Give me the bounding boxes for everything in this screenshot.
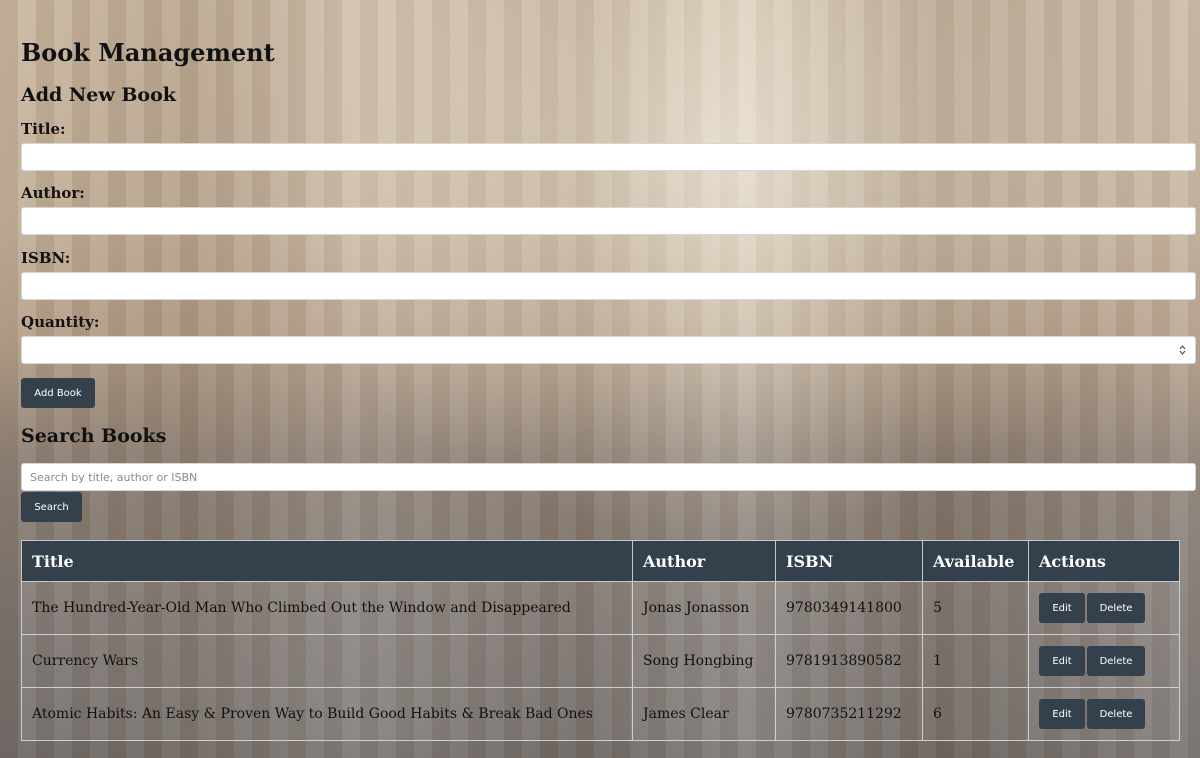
table-row: Atomic Habits: An Easy & Proven Way to B… bbox=[21, 687, 1180, 741]
books-table-header: Title Author ISBN Available Actions bbox=[21, 540, 1180, 582]
delete-button[interactable]: Delete bbox=[1087, 646, 1145, 676]
author-label: Author: bbox=[21, 184, 85, 202]
author-input[interactable] bbox=[21, 207, 1196, 235]
search-input[interactable] bbox=[21, 463, 1196, 491]
book-author-cell: Jonas Jonasson bbox=[632, 581, 776, 635]
column-header-title: Title bbox=[21, 540, 633, 582]
books-table: Title Author ISBN Available Actions The … bbox=[21, 540, 1180, 741]
table-row: The Hundred-Year-Old Man Who Climbed Out… bbox=[21, 581, 1180, 635]
column-header-isbn: ISBN bbox=[775, 540, 923, 582]
book-isbn-cell: 9780735211292 bbox=[775, 687, 923, 741]
book-title-cell: Currency Wars bbox=[21, 634, 633, 688]
delete-button[interactable]: Delete bbox=[1087, 699, 1145, 729]
title-label: Title: bbox=[21, 120, 66, 138]
book-title-cell: Atomic Habits: An Easy & Proven Way to B… bbox=[21, 687, 633, 741]
isbn-label: ISBN: bbox=[21, 249, 71, 267]
search-books-heading: Search Books bbox=[21, 425, 167, 447]
column-header-author: Author bbox=[632, 540, 776, 582]
book-available-cell: 6 bbox=[922, 687, 1029, 741]
book-actions-cell: Edit Delete bbox=[1028, 581, 1180, 635]
book-actions-cell: Edit Delete bbox=[1028, 687, 1180, 741]
search-button[interactable]: Search bbox=[21, 492, 82, 522]
book-available-cell: 1 bbox=[922, 634, 1029, 688]
quantity-input[interactable] bbox=[21, 336, 1196, 364]
book-author-cell: James Clear bbox=[632, 687, 776, 741]
delete-button[interactable]: Delete bbox=[1087, 593, 1145, 623]
quantity-label: Quantity: bbox=[21, 313, 100, 331]
quantity-field-wrapper bbox=[21, 336, 1196, 364]
stepper-arrows-icon[interactable] bbox=[1179, 344, 1186, 356]
edit-button[interactable]: Edit bbox=[1039, 646, 1085, 676]
book-available-cell: 5 bbox=[922, 581, 1029, 635]
column-header-actions: Actions bbox=[1028, 540, 1180, 582]
table-row: Currency Wars Song Hongbing 978191389058… bbox=[21, 634, 1180, 688]
add-book-heading: Add New Book bbox=[21, 84, 176, 106]
book-actions-cell: Edit Delete bbox=[1028, 634, 1180, 688]
book-author-cell: Song Hongbing bbox=[632, 634, 776, 688]
edit-button[interactable]: Edit bbox=[1039, 593, 1085, 623]
book-isbn-cell: 9780349141800 bbox=[775, 581, 923, 635]
page-title: Book Management bbox=[21, 38, 275, 67]
add-book-button[interactable]: Add Book bbox=[21, 378, 95, 408]
edit-button[interactable]: Edit bbox=[1039, 699, 1085, 729]
title-input[interactable] bbox=[21, 143, 1196, 171]
column-header-available: Available bbox=[922, 540, 1029, 582]
book-isbn-cell: 9781913890582 bbox=[775, 634, 923, 688]
book-title-cell: The Hundred-Year-Old Man Who Climbed Out… bbox=[21, 581, 633, 635]
isbn-input[interactable] bbox=[21, 272, 1196, 300]
